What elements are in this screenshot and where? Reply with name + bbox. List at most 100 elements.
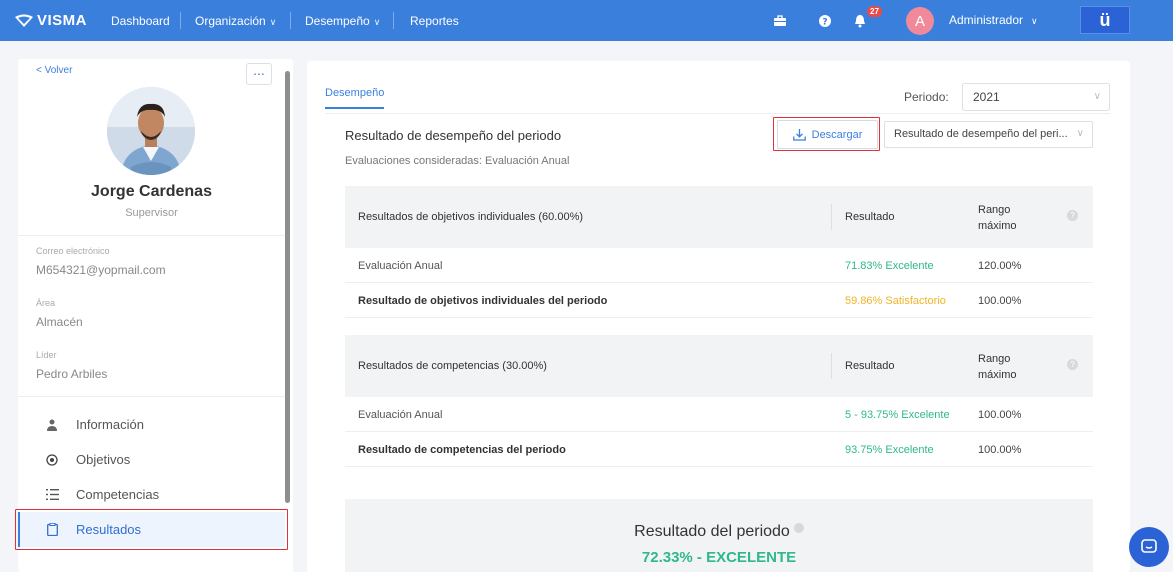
list-icon (45, 489, 59, 500)
email-value: M654321@yopmail.com (36, 263, 166, 277)
nav-organizacion[interactable]: Organización ∨ (195, 14, 276, 28)
table-row: Evaluación Anual 5 - 93.75% Excelente 10… (345, 397, 1093, 432)
visma-mark-icon (15, 14, 33, 27)
row-name: Evaluación Anual (358, 409, 443, 421)
nav-divider (180, 12, 181, 29)
row-range: 120.00% (978, 260, 1022, 272)
chevron-down-icon: ∨ (373, 17, 381, 27)
nav-dashboard[interactable]: Dashboard (111, 14, 170, 28)
leader-value: Pedro Arbiles (36, 367, 108, 381)
sidebar-item-informacion[interactable]: Información (18, 407, 285, 442)
section-subtitle: Evaluaciones consideradas: Evaluación An… (345, 155, 570, 167)
nav-dashboard-label: Dashboard (111, 14, 170, 28)
column-divider (831, 353, 832, 379)
user-menu-label: Administrador (949, 13, 1024, 27)
leader-label: Líder (36, 350, 57, 360)
back-link[interactable]: < Volver (36, 65, 72, 76)
main-content: Desempeño Periodo: 2021 ∨ Resultado de d… (307, 61, 1130, 572)
briefcase-icon[interactable] (771, 12, 788, 29)
sidebar-item-label: Objetivos (76, 452, 131, 467)
notification-badge: 27 (867, 6, 882, 17)
tab-divider (325, 113, 1110, 114)
table-header: Resultados de objetivos individuales (60… (345, 186, 1093, 248)
divider (18, 235, 285, 236)
highlight-outline (773, 117, 880, 151)
summary-value: 72.33% - EXCELENTE (641, 549, 797, 566)
nav-desempeno[interactable]: Desempeño ∨ (305, 14, 380, 28)
section-title: Resultado de desempeño del periodo (345, 128, 562, 143)
help-icon[interactable]: ? (816, 12, 833, 29)
row-result: 5 - 93.75% Excelente (845, 409, 950, 421)
summary-title: Resultado del periodo (345, 523, 1093, 541)
table-row: Evaluación Anual 71.83% Excelente 120.00… (345, 248, 1093, 283)
profile-photo (107, 87, 195, 175)
nav-desempeno-label: Desempeño (305, 14, 370, 28)
summary-title-text: Resultado del periodo (634, 523, 790, 540)
help-icon[interactable]: ? (1067, 359, 1078, 370)
sidebar-item-label: Información (76, 417, 144, 432)
chat-button[interactable] (1129, 527, 1169, 567)
employee-role: Supervisor (125, 207, 178, 219)
nav-reportes[interactable]: Reportes (410, 14, 459, 28)
user-icon (45, 419, 59, 431)
more-options-button[interactable]: ... (246, 63, 272, 85)
bell-icon[interactable] (851, 12, 868, 29)
tab-desempeno[interactable]: Desempeño (325, 87, 385, 109)
table-row: Resultado de objetivos individuales del … (345, 283, 1093, 318)
period-summary: Resultado del periodo 72.33% - EXCELENTE (345, 499, 1093, 572)
divider (18, 396, 285, 397)
table-row: Resultado de competencias del periodo 93… (345, 432, 1093, 467)
periodo-select[interactable]: 2021 ∨ (962, 83, 1110, 111)
table-header: Resultados de competencias (30.00%) Resu… (345, 335, 1093, 397)
nav-organizacion-label: Organización (195, 14, 266, 28)
result-type-select[interactable]: Resultado de desempeño del peri... ∨ (884, 121, 1093, 148)
chat-icon (1141, 539, 1157, 553)
chevron-down-icon: ∨ (269, 17, 277, 27)
range-column-header: Rango máximo (978, 202, 1030, 234)
employee-sidebar: < Volver ... Jorge Cardenas Supervisor C… (18, 59, 293, 572)
nav-divider (393, 12, 394, 29)
row-range: 100.00% (978, 409, 1022, 421)
visma-logo[interactable]: VISMA (15, 12, 87, 29)
row-range: 100.00% (978, 444, 1022, 456)
range-column-label: Rango máximo (978, 353, 1017, 381)
range-column-label: Rango máximo (978, 204, 1017, 232)
objetivos-header: Resultados de objetivos individuales (60… (358, 211, 584, 223)
periodo-label: Periodo: (904, 90, 949, 104)
svg-text:?: ? (822, 17, 827, 27)
target-icon (45, 453, 59, 466)
competencias-header: Resultados de competencias (30.00%) (358, 360, 547, 372)
chevron-down-icon: ∨ (1073, 128, 1084, 139)
highlight-outline (15, 509, 288, 550)
email-label: Correo electrónico (36, 246, 110, 256)
logo-text: VISMA (37, 12, 88, 29)
row-range: 100.00% (978, 295, 1022, 307)
area-value: Almacén (36, 315, 83, 329)
employee-name: Jorge Cardenas (91, 183, 212, 200)
chevron-down-icon: ∨ (1031, 16, 1038, 26)
result-type-value: Resultado de desempeño del peri... (894, 128, 1068, 140)
app-switcher-button[interactable]: ü (1080, 6, 1130, 34)
sidebar-item-competencias[interactable]: Competencias (18, 477, 285, 512)
column-divider (831, 204, 832, 230)
result-column-header: Resultado (845, 360, 895, 372)
row-result: 71.83% Excelente (845, 260, 934, 272)
row-result: 93.75% Excelente (845, 444, 934, 456)
sidebar-item-objetivos[interactable]: Objetivos (18, 442, 285, 477)
nav-reportes-label: Reportes (410, 14, 459, 28)
periodo-value: 2021 (973, 90, 1000, 104)
chevron-down-icon: ∨ (1093, 91, 1101, 102)
user-menu[interactable]: Administrador ∨ (949, 13, 1038, 27)
sidebar-scrollbar[interactable] (285, 71, 290, 503)
row-name: Evaluación Anual (358, 260, 443, 272)
result-column-header: Resultado (845, 211, 895, 223)
range-column-header: Rango máximo (978, 351, 1030, 383)
sidebar-item-label: Competencias (76, 487, 160, 502)
nav-divider (290, 12, 291, 29)
help-icon[interactable]: ? (1067, 210, 1078, 221)
user-avatar[interactable]: A (906, 7, 934, 35)
area-label: Área (36, 298, 56, 308)
row-result: 59.86% Satisfactorio (845, 295, 946, 307)
help-icon[interactable] (793, 523, 804, 533)
top-navbar: VISMA Dashboard Organización ∨ Desempeño ∨… (0, 0, 1173, 41)
